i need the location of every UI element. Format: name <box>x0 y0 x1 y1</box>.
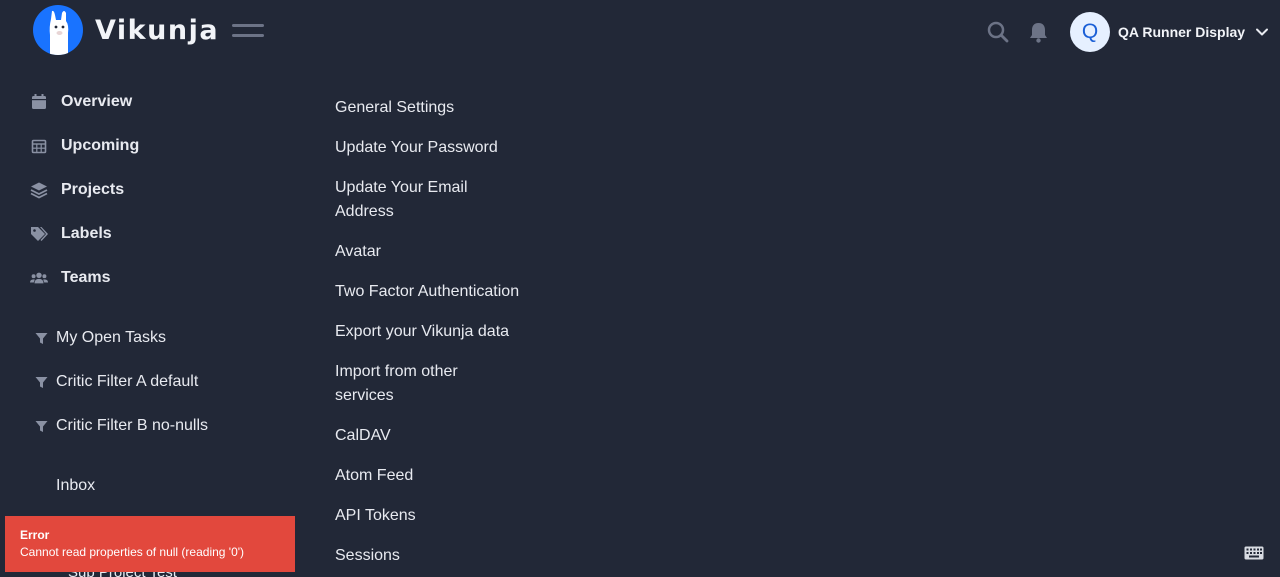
settings-link-atom-feed[interactable]: Atom Feed <box>335 464 545 488</box>
settings-link-api-tokens[interactable]: API Tokens <box>335 504 545 528</box>
error-toast[interactable]: Error Cannot read properties of null (re… <box>5 516 295 572</box>
calendar-icon <box>32 94 46 109</box>
users-icon <box>30 272 48 284</box>
bell-icon[interactable] <box>1028 21 1049 43</box>
logo[interactable]: Vikunja <box>33 5 219 55</box>
sidebar-item-upcoming[interactable]: Upcoming <box>30 137 139 155</box>
settings-link-sessions[interactable]: Sessions <box>335 544 545 568</box>
sidebar-item-label: Labels <box>61 225 112 242</box>
chevron-down-icon <box>1256 28 1269 36</box>
sidebar: Overview Upcoming Projects Labels Teams … <box>0 62 300 577</box>
settings-link-caldav[interactable]: CalDAV <box>335 424 545 448</box>
sidebar-item-label: Teams <box>61 269 111 286</box>
settings-link-avatar[interactable]: Avatar <box>335 240 545 264</box>
keyboard-icon[interactable] <box>1244 546 1264 560</box>
tags-icon <box>31 227 48 241</box>
sidebar-item-teams[interactable]: Teams <box>30 269 111 287</box>
settings-link-general[interactable]: General Settings <box>335 96 545 120</box>
calendar-grid-icon <box>31 139 47 154</box>
llama-logo-icon <box>33 5 83 55</box>
settings-link-password[interactable]: Update Your Password <box>335 136 545 160</box>
settings-link-2fa[interactable]: Two Factor Authentication <box>335 280 545 304</box>
search-icon[interactable] <box>987 21 1009 43</box>
sidebar-item-label: Overview <box>61 93 133 110</box>
sidebar-project-inbox[interactable]: Inbox <box>56 477 95 495</box>
settings-link-email[interactable]: Update Your Email Address <box>335 176 505 224</box>
app-name: Vikunja <box>95 14 220 46</box>
menu-toggle-icon[interactable] <box>232 24 264 40</box>
toast-title: Error <box>20 528 50 542</box>
user-name: QA Runner Display <box>1118 24 1246 40</box>
filter-icon <box>35 420 48 432</box>
sidebar-filter-critic-b[interactable]: Critic Filter B no-nulls <box>35 417 208 435</box>
user-menu[interactable]: Q QA Runner Display <box>1070 12 1269 52</box>
top-header: Vikunja Q QA Runner Display <box>0 0 1280 62</box>
app-root: Vikunja Q QA Runner Display Overview Upc… <box>0 0 1280 577</box>
sidebar-filter-critic-a[interactable]: Critic Filter A default <box>35 373 198 391</box>
sidebar-item-overview[interactable]: Overview <box>30 93 132 111</box>
avatar: Q <box>1070 12 1110 52</box>
sidebar-item-labels[interactable]: Labels <box>30 225 112 243</box>
sidebar-item-label: Projects <box>61 181 125 198</box>
layers-icon <box>30 182 48 199</box>
filter-icon <box>35 332 48 344</box>
settings-link-import[interactable]: Import from other services <box>335 360 505 408</box>
sidebar-item-label: Upcoming <box>61 137 140 154</box>
sidebar-filter-my-open-tasks[interactable]: My Open Tasks <box>35 329 166 347</box>
settings-link-export[interactable]: Export your Vikunja data <box>335 320 545 344</box>
filter-icon <box>35 376 48 388</box>
toast-message: Cannot read properties of null (reading … <box>20 545 245 559</box>
sidebar-item-projects[interactable]: Projects <box>30 181 124 199</box>
sidebar-filter-label: Critic Filter B no-nulls <box>56 417 209 434</box>
sidebar-filter-label: Critic Filter A default <box>56 373 199 390</box>
sidebar-filter-label: My Open Tasks <box>56 329 166 346</box>
